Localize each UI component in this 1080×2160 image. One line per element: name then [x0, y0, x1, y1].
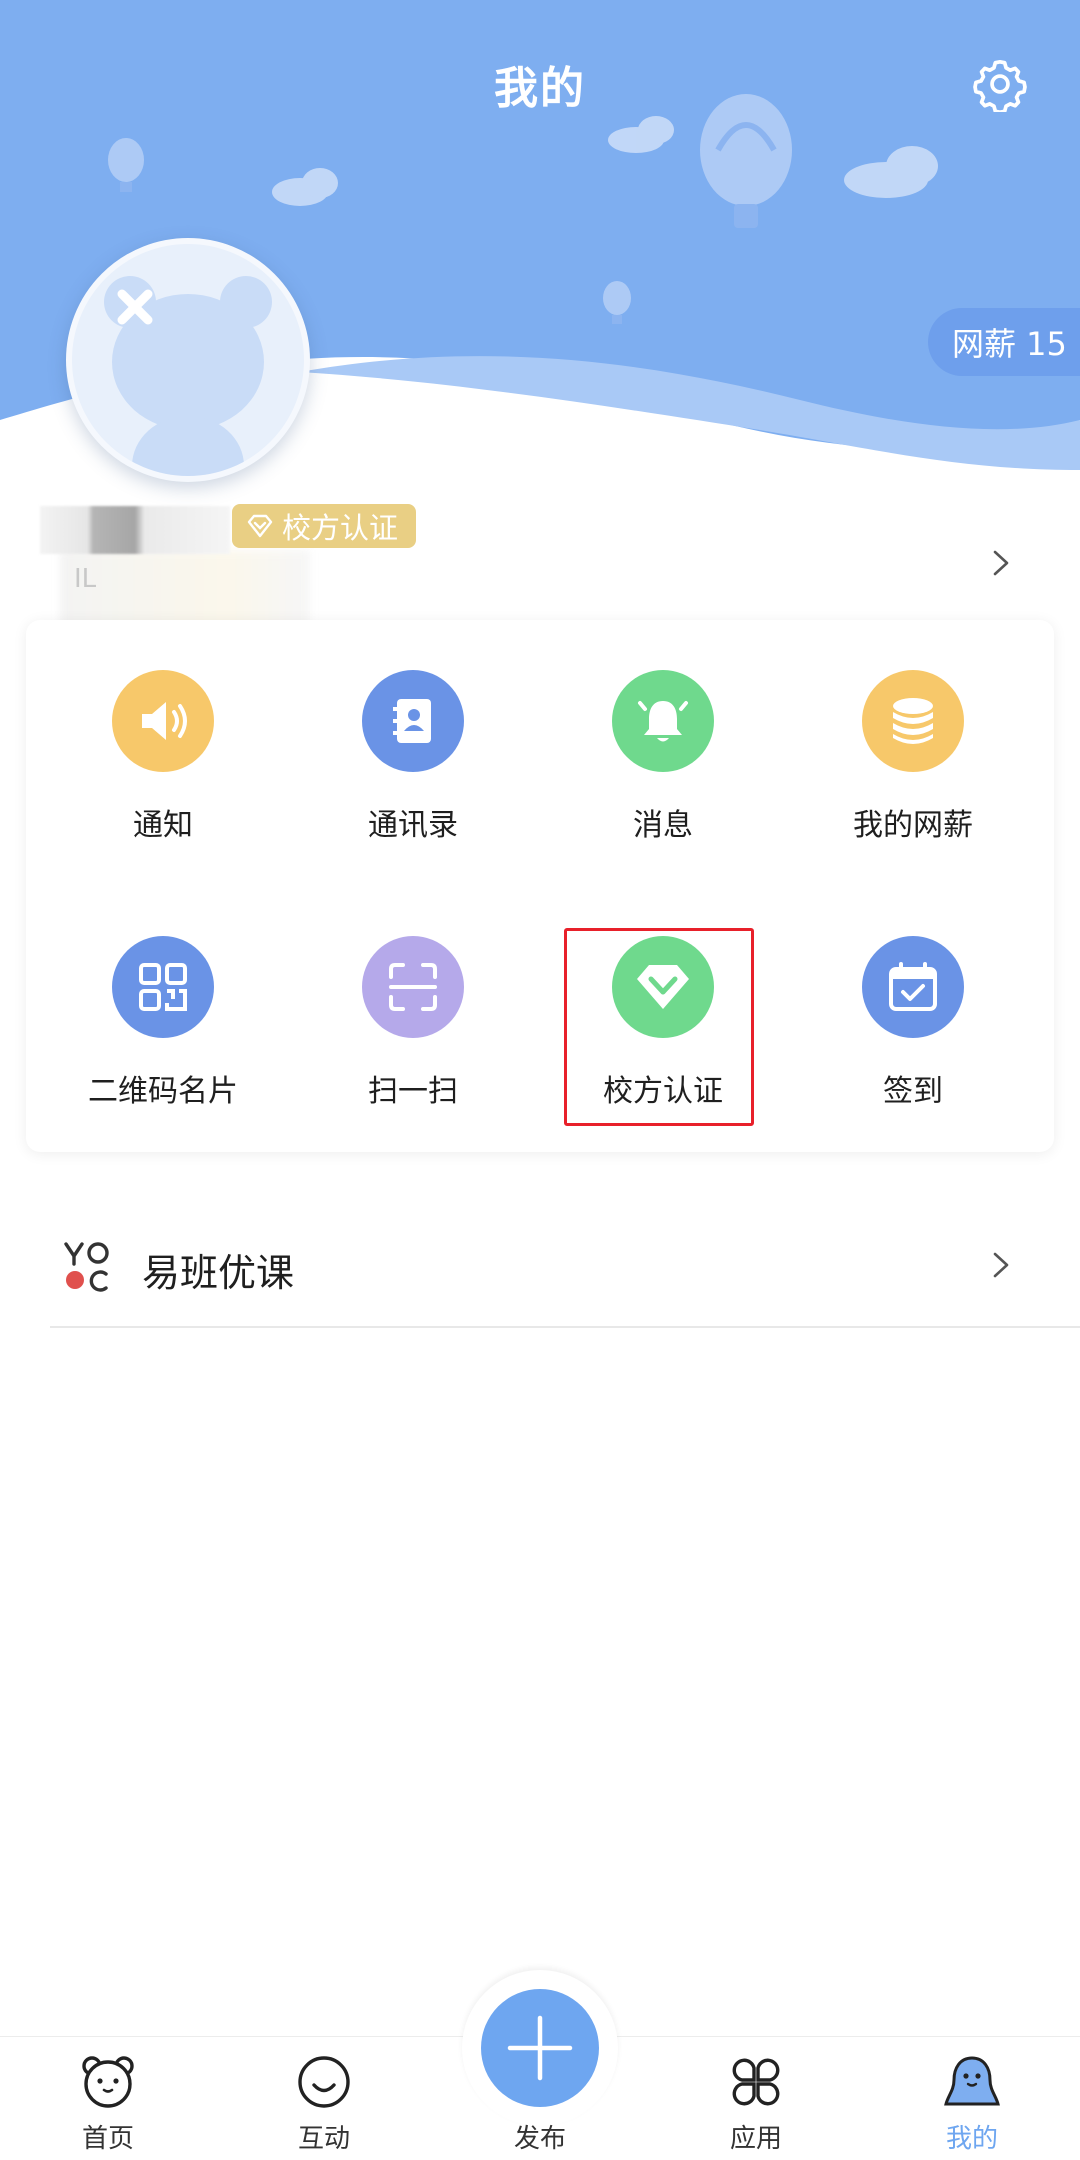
grid-item-contacts[interactable]: 通讯录: [288, 670, 538, 870]
grid-item-label: 通讯录: [368, 808, 458, 843]
gear-icon: [973, 59, 1027, 115]
bell-icon: [612, 670, 714, 772]
grid-item-label: 消息: [633, 808, 693, 843]
cert-badge-label: 校方认证: [282, 511, 399, 545]
highlight-box: [564, 928, 754, 1126]
grid-item-checkin[interactable]: 签到: [788, 936, 1038, 1136]
qr-code-icon: [112, 936, 214, 1038]
tab-home[interactable]: 首页: [28, 2052, 188, 2156]
calendar-check-icon: [862, 936, 964, 1038]
grid-item-messages[interactable]: 消息: [538, 670, 788, 870]
smile-icon: [298, 2056, 350, 2108]
user-info-row[interactable]: IL 校方认证: [0, 490, 1080, 640]
list-item-yooc[interactable]: 易班优课: [50, 1220, 1080, 1328]
cert-badge: 校方认证: [232, 504, 417, 548]
person-icon: [944, 2056, 1000, 2106]
blurred-username: [40, 506, 230, 554]
tab-mine[interactable]: 我的: [892, 2052, 1052, 2156]
list-item-label: 易班优课: [142, 1251, 295, 1295]
chevron-right-icon: [993, 550, 1009, 576]
tab-label: 首页: [81, 2124, 134, 2154]
tab-label: 我的: [945, 2124, 998, 2154]
grid-item-label: 扫一扫: [368, 1074, 458, 1109]
tab-label: 互动: [297, 2124, 350, 2154]
page-title: 我的: [494, 63, 586, 114]
user-subtext: IL: [74, 564, 97, 594]
blurred-info: [60, 550, 310, 630]
grid-item-qr-card[interactable]: 二维码名片: [38, 936, 288, 1136]
grid-item-notice[interactable]: 通知: [38, 670, 288, 870]
scan-icon: [362, 936, 464, 1038]
grid-item-label: 通知: [133, 808, 193, 843]
grid-item-salary[interactable]: 我的网薪: [788, 670, 1038, 870]
settings-button[interactable]: [972, 56, 1028, 115]
grid-item-label: 二维码名片: [88, 1074, 238, 1109]
coins-icon: [862, 670, 964, 772]
avatar[interactable]: [66, 238, 310, 482]
tab-label: 应用: [729, 2124, 782, 2154]
grid-item-scan[interactable]: 扫一扫: [288, 936, 538, 1136]
grid-item-label: 我的网薪: [853, 808, 973, 843]
salary-badge[interactable]: 网薪 15: [928, 308, 1080, 376]
tab-label: 发布: [513, 2124, 566, 2154]
tab-publish[interactable]: 发布: [460, 2052, 620, 2156]
bear-face-icon: [82, 2056, 134, 2108]
tab-apps[interactable]: 应用: [676, 2052, 836, 2156]
tab-interact[interactable]: 互动: [244, 2052, 404, 2156]
chevron-right-icon: [993, 1252, 1009, 1278]
diamond-icon: [247, 514, 273, 538]
grid-item-label: 签到: [883, 1074, 943, 1109]
bear-avatar-icon: [104, 276, 272, 476]
contacts-icon: [362, 670, 464, 772]
apps-icon: [732, 2058, 780, 2106]
speaker-icon: [112, 670, 214, 772]
yooc-logo-icon: [64, 1242, 109, 1292]
